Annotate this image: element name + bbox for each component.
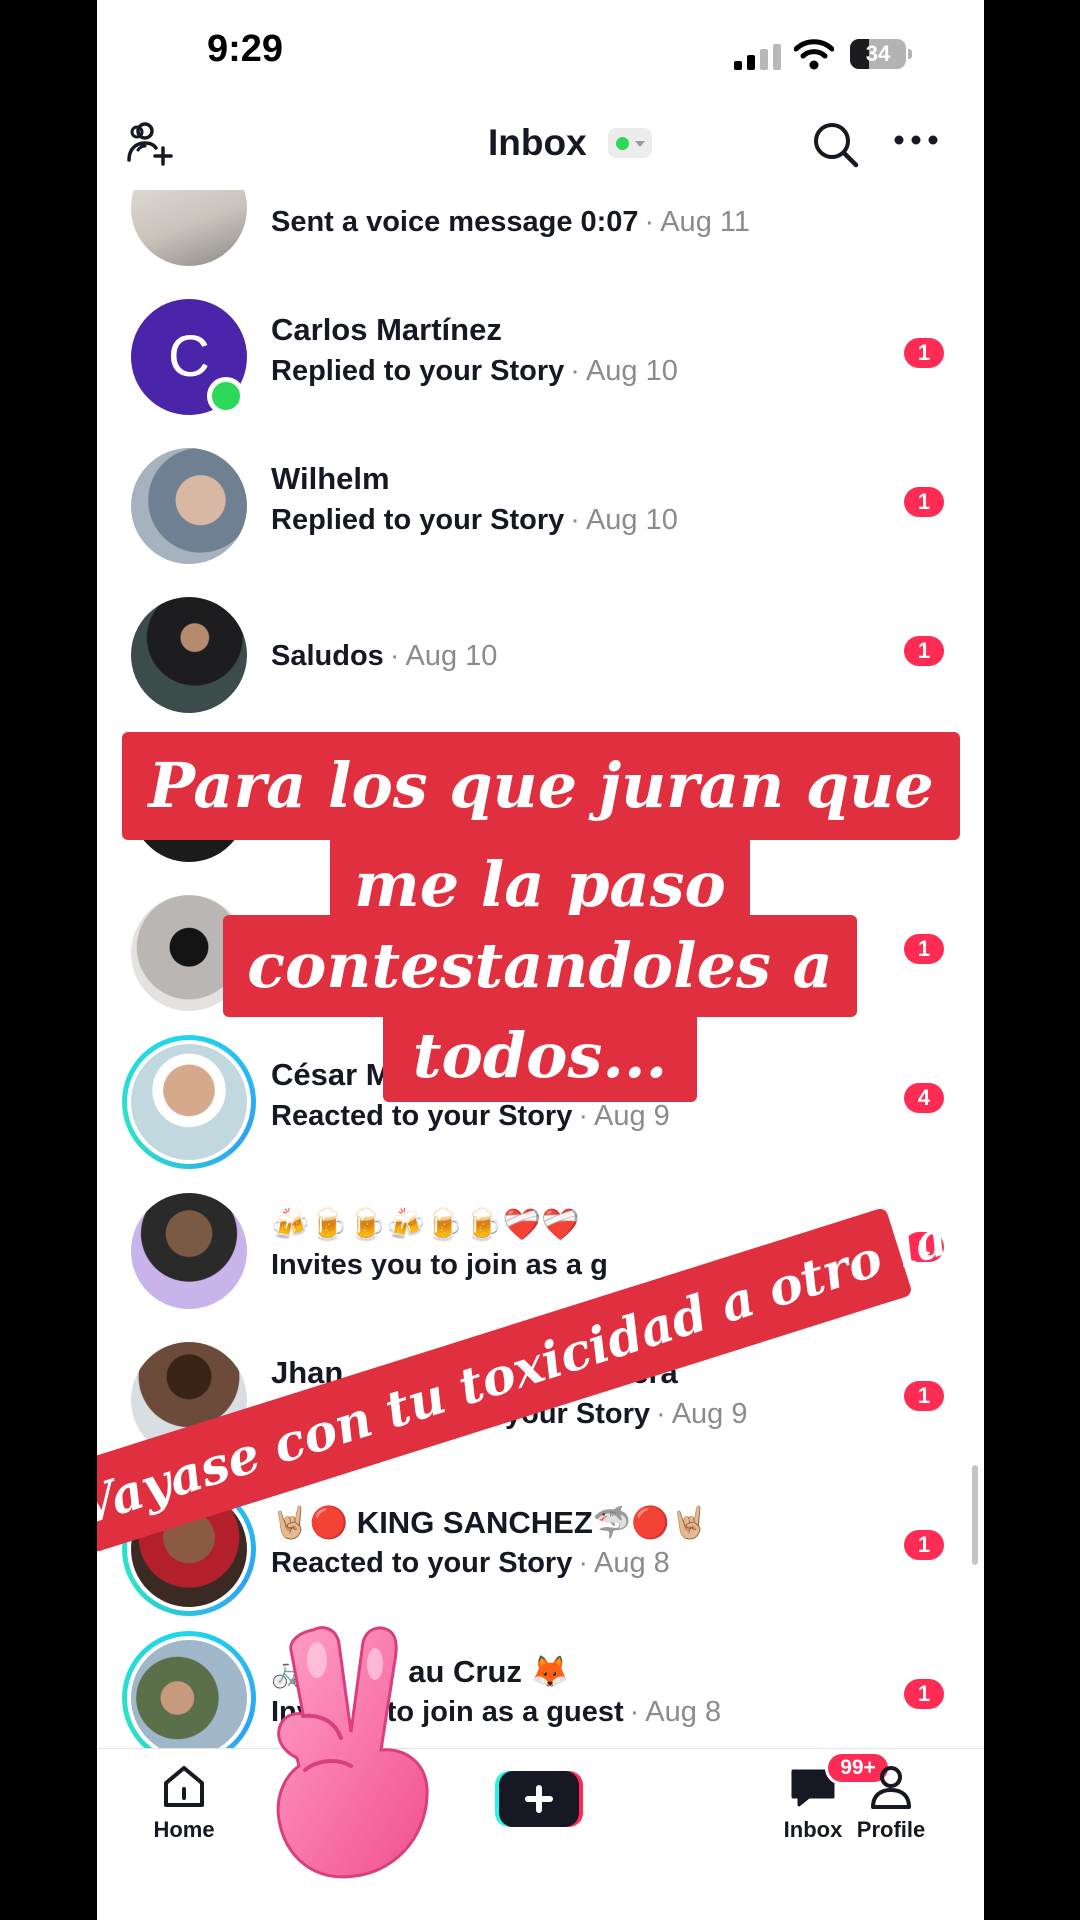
- unread-badge: 1: [904, 1381, 944, 1411]
- phone-screen: 9:29 34 Inbox Sent a voice message 0:07 …: [97, 0, 984, 1920]
- row-name: Carlos Martínez: [271, 312, 502, 347]
- row-name: 🤘🏼🔴 KING SANCHEZ🦈🔴🤘🏼: [271, 1505, 709, 1540]
- list-item[interactable]: Wilhelm Replied to your Story · Aug 10 1: [97, 425, 984, 574]
- list-item[interactable]: Sent a voice message 0:07·Aug 11 2: [97, 190, 984, 276]
- unread-badge: 1: [904, 1530, 944, 1560]
- search-icon[interactable]: [811, 120, 859, 168]
- row-name: 🍻🍺🍺🍻🍺🍺❤️‍🩹❤️‍🩹: [271, 1207, 580, 1242]
- battery-percent: 34: [865, 41, 891, 66]
- chevron-down-icon: [635, 141, 645, 147]
- list-item[interactable]: C Carlos Martínez Replied to your Story ·…: [97, 276, 984, 425]
- online-status-dot: [616, 137, 629, 150]
- nav-home[interactable]: Home: [114, 1761, 254, 1861]
- unread-badge: 1: [904, 338, 944, 368]
- create-button[interactable]: [495, 1771, 583, 1827]
- nav-label: Home: [153, 1817, 215, 1842]
- avatar: [131, 190, 247, 266]
- avatar: [131, 597, 247, 713]
- unread-badge: 1: [904, 487, 944, 517]
- list-item[interactable]: 🚲 au Cruz 🦊 Invi u to join as a guest · Aug…: [97, 1617, 984, 1748]
- battery-indicator: 34: [850, 39, 912, 69]
- row-name: César M: [271, 1057, 392, 1092]
- page-title: Inbox: [488, 122, 587, 163]
- unread-badge: 1: [904, 1679, 944, 1709]
- row-subtitle: Replied to your Story · Aug 10: [271, 355, 678, 387]
- peace-hand-sticker: [276, 1626, 429, 1879]
- online-indicator: [207, 377, 245, 415]
- row-subtitle: Replied to your Story · Aug 10: [271, 504, 678, 536]
- row-subtitle: Saludos · Aug 10: [271, 640, 498, 672]
- nav-profile[interactable]: Profile: [821, 1761, 961, 1861]
- story-ring: [122, 1631, 256, 1748]
- caption-line: Para los que juran que: [122, 732, 960, 840]
- caption-line: contestandoles a: [223, 915, 857, 1017]
- avatar: [131, 1640, 247, 1748]
- unread-badge: 1: [904, 934, 944, 964]
- inbox-header: Inbox: [97, 100, 984, 190]
- caption-line: todos...: [383, 1010, 697, 1102]
- unread-badge: 1: [904, 636, 944, 666]
- more-icon[interactable]: [893, 133, 939, 147]
- row-subtitle: Sent a voice message 0:07 · Aug 11: [271, 206, 750, 238]
- avatar: [131, 1044, 247, 1160]
- nav-label: Profile: [856, 1817, 926, 1842]
- scrollbar[interactable]: [972, 1465, 978, 1565]
- add-friends-icon[interactable]: [125, 120, 177, 166]
- row-subtitle: Reacted to your Story · Aug 8: [271, 1547, 670, 1579]
- avatar: [131, 448, 247, 564]
- status-bar: 9:29 34: [97, 0, 984, 100]
- profile-icon: [871, 1766, 911, 1809]
- bottom-nav: Home 99+ Inbox Profile: [97, 1748, 984, 1920]
- row-name: Wilhelm: [271, 461, 390, 496]
- story-ring: [122, 1035, 256, 1169]
- row-subtitle: Reacted to your Story · Aug 9: [271, 1100, 670, 1132]
- row-subtitle: Invites you to join as a g: [271, 1249, 608, 1281]
- status-time: 9:29: [207, 28, 284, 70]
- unread-badge: 4: [904, 1083, 944, 1113]
- wifi-icon: [794, 39, 834, 70]
- home-icon: [164, 1766, 204, 1807]
- avatar: [131, 1193, 247, 1309]
- list-item[interactable]: Saludos · Aug 10 1: [97, 574, 984, 723]
- signal-icon: [734, 44, 781, 70]
- online-status-toggle[interactable]: [608, 128, 652, 158]
